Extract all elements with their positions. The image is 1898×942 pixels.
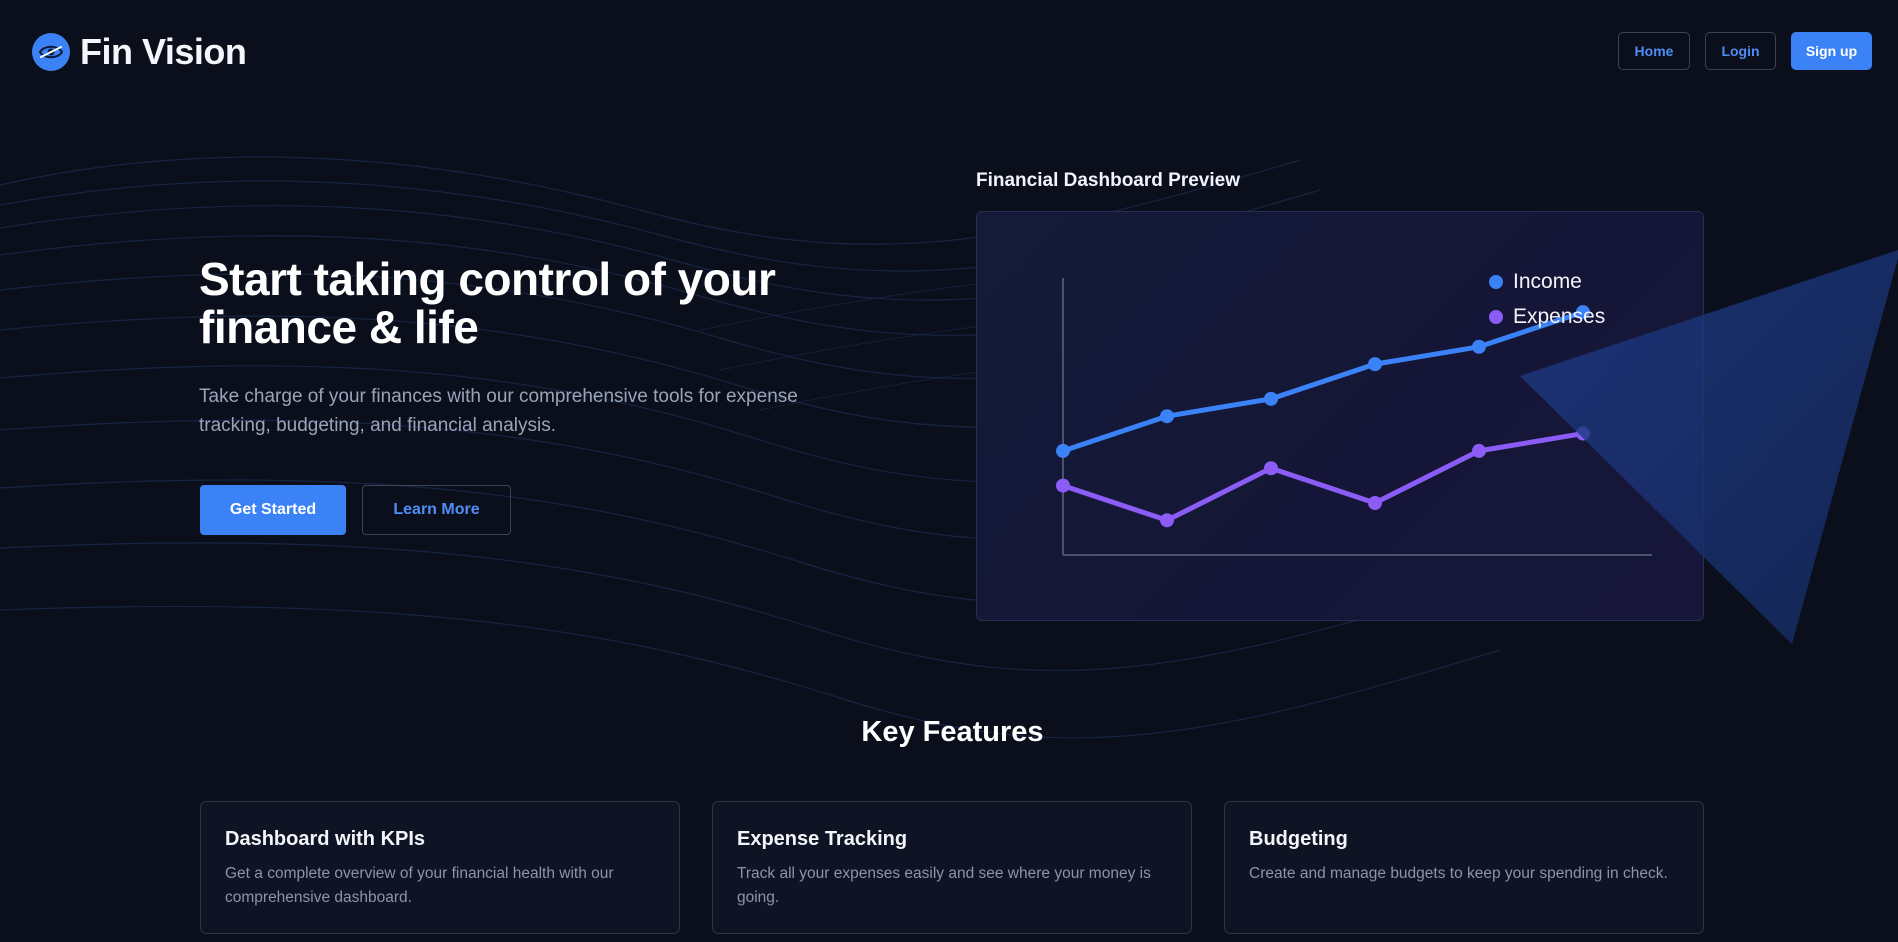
feature-card-dashboard[interactable]: Dashboard with KPIs Get a complete overv…	[200, 801, 680, 934]
feature-description: Track all your expenses easily and see w…	[737, 865, 1151, 906]
landing-page: Fin Vision Home Login Sign up Start taki…	[0, 0, 1898, 942]
brand-name: Fin Vision	[80, 31, 247, 72]
legend-item: Income	[1489, 264, 1605, 299]
brand-logo[interactable]: Fin Vision	[32, 31, 247, 73]
legend-label: Income	[1513, 269, 1582, 293]
data-point-expenses	[1368, 495, 1382, 510]
hero-subtitle: Take charge of your finances with our co…	[199, 386, 798, 436]
data-point-expenses	[1056, 478, 1070, 493]
dashboard-preview-title: Financial Dashboard Preview	[976, 170, 1240, 191]
legend-dot	[1489, 274, 1503, 289]
data-point-income	[1264, 391, 1278, 406]
data-point-expenses	[1160, 513, 1174, 528]
site-header: Fin Vision Home Login Sign up	[0, 0, 1898, 102]
data-point-expenses	[1576, 426, 1590, 441]
feature-description: Create and manage budgets to keep your s…	[1249, 865, 1668, 882]
dashboard-preview-card: Income Expenses	[976, 211, 1704, 621]
feature-description: Get a complete overview of your financia…	[225, 865, 614, 906]
data-point-income	[1056, 443, 1070, 458]
data-point-income	[1160, 409, 1174, 424]
feature-card-expense-tracking[interactable]: Expense Tracking Track all your expenses…	[712, 801, 1192, 934]
data-point-expenses	[1264, 461, 1278, 476]
data-point-income	[1368, 357, 1382, 372]
feature-title: Expense Tracking	[737, 828, 908, 850]
legend-label: Expenses	[1513, 304, 1606, 328]
home-button[interactable]: Home	[1618, 32, 1690, 70]
data-point-expenses	[1472, 443, 1486, 458]
feature-title: Budgeting	[1249, 828, 1348, 850]
feature-title: Dashboard with KPIs	[225, 828, 426, 850]
learn-more-button[interactable]: Learn More	[362, 485, 511, 535]
chart-legend: Income Expenses	[1489, 264, 1605, 334]
get-started-button[interactable]: Get Started	[200, 485, 346, 535]
data-point-income	[1472, 339, 1486, 354]
features-heading: Key Features	[861, 716, 1044, 748]
legend-dot	[1489, 309, 1503, 324]
series-line-expenses	[1060, 431, 1586, 523]
feature-card-budgeting[interactable]: Budgeting Create and manage budgets to k…	[1224, 801, 1704, 934]
hero-title: Start taking control of your finance & l…	[199, 253, 776, 353]
legend-item: Expenses	[1489, 299, 1605, 334]
signup-button[interactable]: Sign up	[1791, 32, 1872, 70]
eye-logo-icon	[32, 33, 70, 71]
login-button[interactable]: Login	[1705, 32, 1776, 70]
